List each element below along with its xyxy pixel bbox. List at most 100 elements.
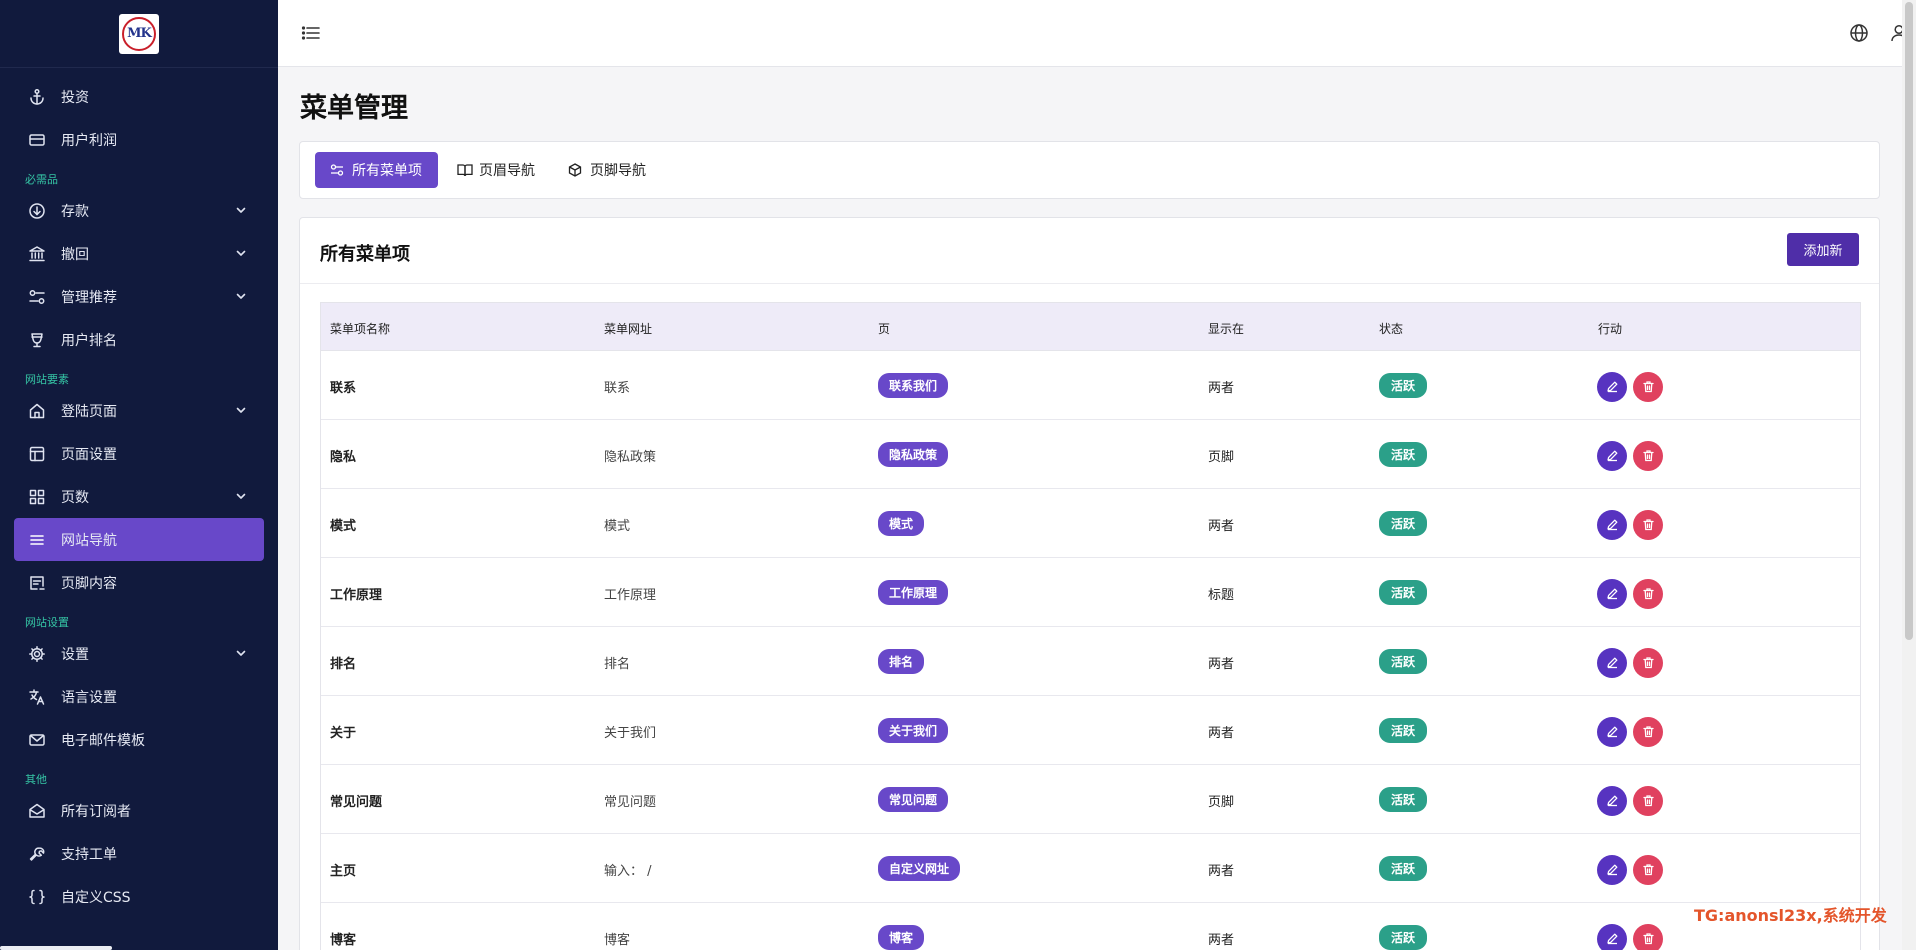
sidebar-item-anchor[interactable]: 投资 (14, 75, 264, 118)
menu-item-name: 常见问题 (330, 795, 383, 810)
sidebar: MK 投资 用户利润 必需品 存款 撤回 管理推荐 用户排名 网站要素 登陆页面 页面设置 页数 网站… (0, 0, 278, 950)
chevron-down-icon[interactable] (234, 246, 248, 260)
topbar (278, 0, 1907, 67)
sidebar-item-label: 投资 (61, 89, 89, 106)
table-row: 博客 博客 博客 两者 活跃 (321, 903, 1860, 950)
menu-item-url: 工作原理 (604, 588, 657, 603)
add-new-button[interactable]: 添加新 (1787, 233, 1859, 266)
sidebar-item-footer[interactable]: 页脚内容 (14, 561, 264, 604)
sidebar-item-label: 设置 (61, 646, 89, 663)
table-row: 主页 输入： / 自定义网址 两者 活跃 (321, 834, 1860, 903)
menu-toggle-icon[interactable] (300, 22, 322, 44)
sidebar-item-label: 登陆页面 (61, 403, 117, 420)
delete-button[interactable] (1633, 786, 1663, 816)
page-scrollbar[interactable] (1902, 0, 1916, 950)
show-on-value: 两者 (1208, 933, 1235, 948)
column-header-name: 菜单项名称 (330, 322, 391, 336)
page-badge: 自定义网址 (878, 856, 961, 881)
sidebar-item-label: 所有订阅者 (61, 803, 131, 820)
sidebar-item-menu[interactable]: 网站导航 (14, 518, 264, 561)
status-badge: 活跃 (1379, 718, 1428, 743)
page-badge: 模式 (878, 511, 925, 536)
sidebar-nav: 投资 用户利润 必需品 存款 撤回 管理推荐 用户排名 网站要素 登陆页面 页面设置 页数 网站导航页… (0, 68, 278, 918)
pencil-icon (1606, 861, 1619, 880)
sidebar-item-label: 自定义CSS (61, 889, 131, 906)
sidebar-item-sliders[interactable]: 管理推荐 (14, 275, 264, 318)
sidebar-item-gear[interactable]: 设置 (14, 632, 264, 675)
table-row: 排名 排名 排名 两者 活跃 (321, 627, 1860, 696)
chevron-down-icon[interactable] (234, 489, 248, 503)
chevron-down-icon[interactable] (234, 646, 248, 660)
status-badge: 活跃 (1379, 925, 1428, 950)
menu-item-name: 排名 (330, 657, 357, 672)
sidebar-item-home[interactable]: 登陆页面 (14, 389, 264, 432)
edit-button[interactable] (1597, 579, 1627, 609)
sidebar-item-card[interactable]: 用户利润 (14, 118, 264, 161)
globe-icon[interactable] (1848, 22, 1870, 44)
menu-item-url: 隐私政策 (604, 450, 657, 465)
sidebar-item-label: 管理推荐 (61, 289, 117, 306)
chevron-down-icon[interactable] (234, 403, 248, 417)
sidebar-item-trophy[interactable]: 用户排名 (14, 318, 264, 361)
cube-icon (568, 162, 584, 178)
delete-button[interactable] (1633, 924, 1663, 950)
edit-button[interactable] (1597, 372, 1627, 402)
tab-label: 页脚导航 (590, 163, 646, 179)
wrench-icon (28, 845, 46, 863)
sidebar-item-grid[interactable]: 页数 (14, 475, 264, 518)
scrollbar-thumb[interactable] (1905, 2, 1913, 640)
menu-item-url: 模式 (604, 519, 631, 534)
sidebar-item-bank[interactable]: 撤回 (14, 232, 264, 275)
page-badge: 隐私政策 (878, 442, 949, 467)
table-row: 关于 关于我们 关于我们 两者 活跃 (321, 696, 1860, 765)
logo-text: MK (122, 16, 156, 51)
card-icon (28, 131, 46, 149)
delete-button[interactable] (1633, 510, 1663, 540)
pencil-icon (1606, 516, 1619, 535)
show-on-value: 标题 (1208, 588, 1235, 603)
edit-button[interactable] (1597, 648, 1627, 678)
sidebar-item-mail[interactable]: 电子邮件模板 (14, 718, 264, 761)
edit-button[interactable] (1597, 786, 1627, 816)
sidebar-section-label: 必需品 (25, 173, 58, 186)
edit-button[interactable] (1597, 441, 1627, 471)
sidebar-item-label: 用户利润 (61, 132, 117, 149)
status-badge: 活跃 (1379, 856, 1428, 881)
delete-button[interactable] (1633, 441, 1663, 471)
page-badge: 工作原理 (878, 580, 949, 605)
sidebar-item-braces[interactable]: 自定义CSS (14, 875, 264, 918)
sidebar-item-layout[interactable]: 页面设置 (14, 432, 264, 475)
tab-header-nav[interactable]: 页眉导航 (442, 152, 550, 188)
tab-all-menu-items[interactable]: 所有菜单项 (315, 152, 438, 188)
sidebar-item-translate[interactable]: 语言设置 (14, 675, 264, 718)
edit-button[interactable] (1597, 924, 1627, 950)
translate-icon (28, 688, 46, 706)
sidebar-scrollbar[interactable] (0, 946, 112, 950)
show-on-value: 页脚 (1208, 795, 1235, 810)
logo[interactable]: MK (119, 13, 159, 54)
sidebar-item-mail-open[interactable]: 所有订阅者 (14, 789, 264, 832)
chevron-down-icon[interactable] (234, 203, 248, 217)
tab-footer-nav[interactable]: 页脚导航 (553, 152, 661, 188)
menu-item-url: 输入： / (604, 864, 652, 879)
sidebar-item-wrench[interactable]: 支持工单 (14, 832, 264, 875)
column-header-show-on: 显示在 (1208, 322, 1245, 336)
sidebar-item-arrow-down-circle[interactable]: 存款 (14, 189, 264, 232)
edit-button[interactable] (1597, 855, 1627, 885)
delete-button[interactable] (1633, 372, 1663, 402)
anchor-icon (28, 88, 46, 106)
delete-button[interactable] (1633, 579, 1663, 609)
page-badge: 联系我们 (878, 373, 949, 398)
delete-button[interactable] (1633, 717, 1663, 747)
trash-icon (1642, 654, 1655, 673)
menu-item-url: 联系 (604, 381, 631, 396)
watermark-text: TG:anonsl23x,系统开发 (1694, 906, 1887, 925)
pencil-icon (1606, 447, 1619, 466)
chevron-down-icon[interactable] (234, 289, 248, 303)
sidebar-item-label: 网站导航 (61, 532, 117, 549)
delete-button[interactable] (1633, 855, 1663, 885)
edit-button[interactable] (1597, 717, 1627, 747)
page-badge: 关于我们 (878, 718, 949, 743)
edit-button[interactable] (1597, 510, 1627, 540)
delete-button[interactable] (1633, 648, 1663, 678)
